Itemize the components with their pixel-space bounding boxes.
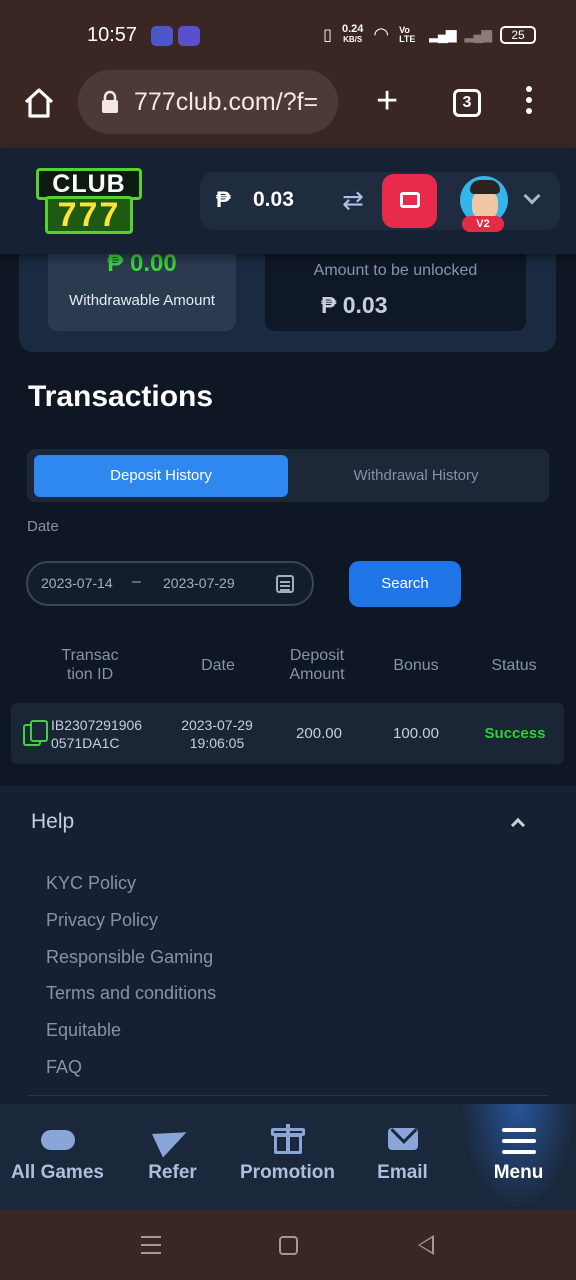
nav-promotion-label: Promotion bbox=[240, 1162, 335, 1183]
browser-toolbar: 777club.com/?f= + 3 bbox=[0, 70, 576, 148]
column-header-bonus: Bonus bbox=[393, 657, 439, 674]
copy-icon[interactable] bbox=[23, 720, 49, 748]
transaction-date-time: 19:06:05 bbox=[189, 735, 245, 751]
balance-value: 0.03 bbox=[253, 188, 294, 211]
signal-icon-2: ▂▄▆ bbox=[464, 26, 492, 42]
nav-refer[interactable]: Refer bbox=[115, 1104, 230, 1210]
refresh-balance-icon[interactable]: ⇄ bbox=[342, 187, 364, 213]
lock-icon bbox=[102, 90, 118, 113]
date-label: Date bbox=[27, 518, 59, 535]
gift-icon bbox=[271, 1124, 305, 1154]
transaction-id-part2: 0571DA1C bbox=[51, 735, 120, 751]
column-header-transaction-id: Transac tion ID bbox=[61, 647, 119, 683]
wallet-button[interactable] bbox=[382, 174, 437, 228]
menu-icon bbox=[502, 1128, 536, 1158]
home-button-icon[interactable] bbox=[279, 1236, 298, 1255]
gamepad-icon bbox=[41, 1124, 75, 1154]
help-link-kyc-policy[interactable]: KYC Policy bbox=[46, 873, 136, 894]
volte-label: Vo LTE bbox=[399, 24, 416, 44]
url-text: 777club.com/?f= bbox=[134, 88, 319, 116]
nav-menu[interactable]: Menu bbox=[461, 1104, 576, 1210]
wifi-icon: ◠ bbox=[373, 24, 390, 44]
app-header: CLUB 777 ₱ 0.03 ⇄ V2 bbox=[0, 148, 576, 254]
vibrate-icon: ▯ bbox=[323, 26, 332, 44]
home-icon[interactable] bbox=[22, 86, 56, 120]
chevron-up-icon[interactable] bbox=[510, 817, 526, 833]
help-link-faq[interactable]: FAQ bbox=[46, 1057, 82, 1078]
nav-email[interactable]: Email bbox=[345, 1104, 460, 1210]
transaction-id-part1: IB2307291906 bbox=[51, 717, 143, 733]
paper-plane-icon bbox=[152, 1120, 192, 1158]
new-tab-icon[interactable]: + bbox=[376, 82, 398, 120]
vip-level-badge: V2 bbox=[462, 216, 504, 232]
bonus-amount: 100.00 bbox=[393, 725, 439, 742]
tab-deposit-history[interactable]: Deposit History bbox=[34, 455, 288, 497]
network-speed-value: 0.24 bbox=[341, 23, 364, 35]
date-range-picker[interactable]: 2023-07-14 – 2023-07-29 bbox=[26, 561, 314, 606]
transaction-id: IB2307291906 0571DA1C bbox=[51, 716, 161, 752]
column-header-status: Status bbox=[491, 657, 537, 674]
back-icon[interactable] bbox=[418, 1235, 434, 1255]
help-link-responsible-gaming[interactable]: Responsible Gaming bbox=[46, 947, 213, 968]
signal-icon: ▂▄▆ bbox=[429, 26, 456, 42]
more-options-icon[interactable] bbox=[526, 86, 534, 119]
mail-icon bbox=[386, 1124, 420, 1154]
status-indicators: ▯ 0.24 KB/S ◠ Vo LTE ▂▄▆ ▂▄▆ 25 bbox=[323, 24, 536, 45]
logo-text-777: 777 bbox=[45, 196, 133, 234]
help-link-equitable[interactable]: Equitable bbox=[46, 1020, 121, 1041]
nav-refer-label: Refer bbox=[148, 1162, 197, 1183]
help-link-terms[interactable]: Terms and conditions bbox=[46, 983, 216, 1004]
unlock-amount: ₱ 0.03 bbox=[321, 292, 388, 318]
discord-icon bbox=[178, 26, 200, 46]
nav-all-games[interactable]: All Games bbox=[0, 1104, 115, 1210]
tab-switcher-button[interactable]: 3 bbox=[453, 89, 481, 117]
nav-email-label: Email bbox=[377, 1162, 428, 1183]
page-title: Transactions bbox=[28, 380, 214, 413]
column-header-deposit-amount: Deposit Amount bbox=[289, 647, 345, 683]
recents-icon[interactable] bbox=[141, 1236, 161, 1260]
search-button[interactable]: Search bbox=[349, 561, 461, 607]
nav-menu-label: Menu bbox=[493, 1162, 544, 1183]
history-tabs: Deposit History Withdrawal History bbox=[27, 449, 549, 502]
help-link-privacy-policy[interactable]: Privacy Policy bbox=[46, 910, 158, 931]
network-speed-unit: KB/S bbox=[343, 35, 363, 44]
wallet-icon bbox=[400, 192, 420, 208]
address-bar[interactable]: 777club.com/?f= bbox=[78, 70, 338, 134]
help-title[interactable]: Help bbox=[31, 810, 74, 834]
help-divider bbox=[28, 1095, 548, 1096]
battery-indicator: 25 bbox=[500, 25, 536, 44]
hotspot-icon bbox=[151, 26, 173, 46]
balance-box: ₱ 0.03 ⇄ V2 bbox=[200, 172, 560, 232]
calendar-icon[interactable] bbox=[276, 575, 294, 593]
club777-logo[interactable]: CLUB 777 bbox=[36, 168, 142, 234]
transaction-date-day: 2023-07-29 bbox=[181, 717, 253, 733]
nav-promotion[interactable]: Promotion bbox=[230, 1104, 345, 1210]
date-start: 2023-07-14 bbox=[41, 575, 113, 591]
status-time: 10:57 bbox=[87, 24, 138, 46]
column-header-date: Date bbox=[201, 657, 235, 674]
help-section: Help KYC Policy Privacy Policy Responsib… bbox=[0, 786, 576, 1104]
status-badge: Success bbox=[484, 725, 546, 742]
date-separator: – bbox=[132, 573, 141, 590]
tab-withdrawal-history[interactable]: Withdrawal History bbox=[290, 455, 542, 497]
withdrawable-label: Withdrawable Amount bbox=[69, 292, 215, 309]
table-row: IB2307291906 0571DA1C 2023-07-29 19:06:0… bbox=[11, 703, 564, 764]
chevron-down-icon[interactable] bbox=[523, 187, 541, 205]
withdrawable-amount: ₱ 0.00 bbox=[107, 250, 177, 277]
peso-icon: ₱ bbox=[216, 187, 231, 212]
nav-all-games-label: All Games bbox=[11, 1162, 104, 1183]
network-speed: 0.24 KB/S bbox=[342, 24, 363, 45]
system-navigation-bar bbox=[0, 1210, 576, 1280]
deposit-amount: 200.00 bbox=[296, 725, 342, 742]
date-end: 2023-07-29 bbox=[163, 575, 235, 591]
unlock-label: Amount to be unlocked bbox=[313, 262, 478, 279]
transaction-date: 2023-07-29 19:06:05 bbox=[167, 716, 267, 752]
bottom-navigation: All Games Refer Promotion Email Menu bbox=[0, 1104, 576, 1210]
status-bar: 10:57 ▯ 0.24 KB/S ◠ Vo LTE ▂▄▆ ▂▄▆ 25 bbox=[0, 0, 576, 70]
